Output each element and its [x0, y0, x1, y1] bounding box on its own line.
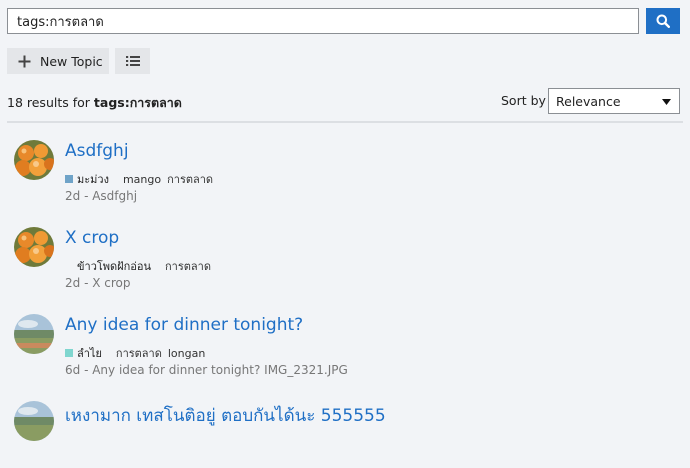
category-name[interactable]: ลำไย — [77, 344, 102, 362]
category-name[interactable]: ข้าวโพดฝักอ่อน — [77, 257, 151, 275]
search-input[interactable] — [7, 8, 639, 34]
avatar[interactable] — [14, 140, 54, 180]
sort-select[interactable]: Relevance — [548, 88, 680, 114]
results-query: tags:การตลาด — [93, 95, 182, 110]
topic-title[interactable]: Asdfghj — [65, 141, 129, 161]
search-button[interactable] — [646, 8, 680, 34]
results-count: 18 results for tags:การตลาด — [7, 93, 182, 113]
topic-title[interactable]: Any idea for dinner tonight? — [65, 315, 303, 335]
search-result: Asdfghj มะม่วง mango การตลาด 2d - Asdfgh… — [7, 127, 683, 207]
topic-meta: ข้าวโพดฝักอ่อน การตลาด — [65, 257, 217, 275]
sort-value: Relevance — [556, 94, 621, 109]
topic-excerpt: 6d - Any idea for dinner tonight? IMG_23… — [65, 363, 348, 377]
topic-excerpt: 2d - X crop — [65, 276, 131, 290]
category-badge-icon — [65, 175, 73, 183]
toggle-list-button[interactable] — [115, 48, 150, 74]
tag[interactable]: การตลาด — [167, 170, 213, 188]
tag[interactable]: การตลาด — [165, 257, 211, 275]
results-count-prefix: 18 results for — [7, 95, 90, 110]
search-bar — [7, 8, 683, 34]
tag[interactable]: การตลาด — [116, 344, 162, 362]
category-badge-icon — [65, 349, 73, 357]
new-topic-label: New Topic — [40, 53, 103, 69]
topic-meta: ลำไย การตลาด longan — [65, 344, 211, 362]
tag[interactable]: mango — [123, 173, 161, 186]
caret-down-icon — [662, 99, 671, 105]
topic-meta: มะม่วง mango การตลาด — [65, 170, 219, 188]
avatar[interactable] — [14, 401, 54, 441]
results-header: 18 results for tags:การตลาด Sort by Rele… — [7, 88, 683, 114]
category-name[interactable]: มะม่วง — [77, 170, 109, 188]
search-result: X crop ข้าวโพดฝักอ่อน การตลาด 2d - X cro… — [7, 214, 683, 294]
new-topic-button[interactable]: New Topic — [7, 48, 109, 74]
search-result: เหงามาก เทสโนติอยู่ ตอบกันได้นะ 555555 — [7, 388, 683, 468]
tag[interactable]: longan — [168, 347, 205, 360]
plus-icon — [18, 55, 31, 67]
divider — [7, 121, 683, 123]
list-icon — [125, 56, 140, 66]
topic-title[interactable]: เหงามาก เทสโนติอยู่ ตอบกันได้นะ 555555 — [65, 402, 386, 429]
topic-excerpt: 2d - Asdfghj — [65, 189, 138, 203]
sort-label: Sort by — [501, 93, 546, 108]
avatar[interactable] — [14, 227, 54, 267]
avatar[interactable] — [14, 314, 54, 354]
search-result: Any idea for dinner tonight? ลำไย การตลา… — [7, 301, 683, 381]
search-icon — [656, 14, 670, 28]
topic-title[interactable]: X crop — [65, 228, 119, 248]
